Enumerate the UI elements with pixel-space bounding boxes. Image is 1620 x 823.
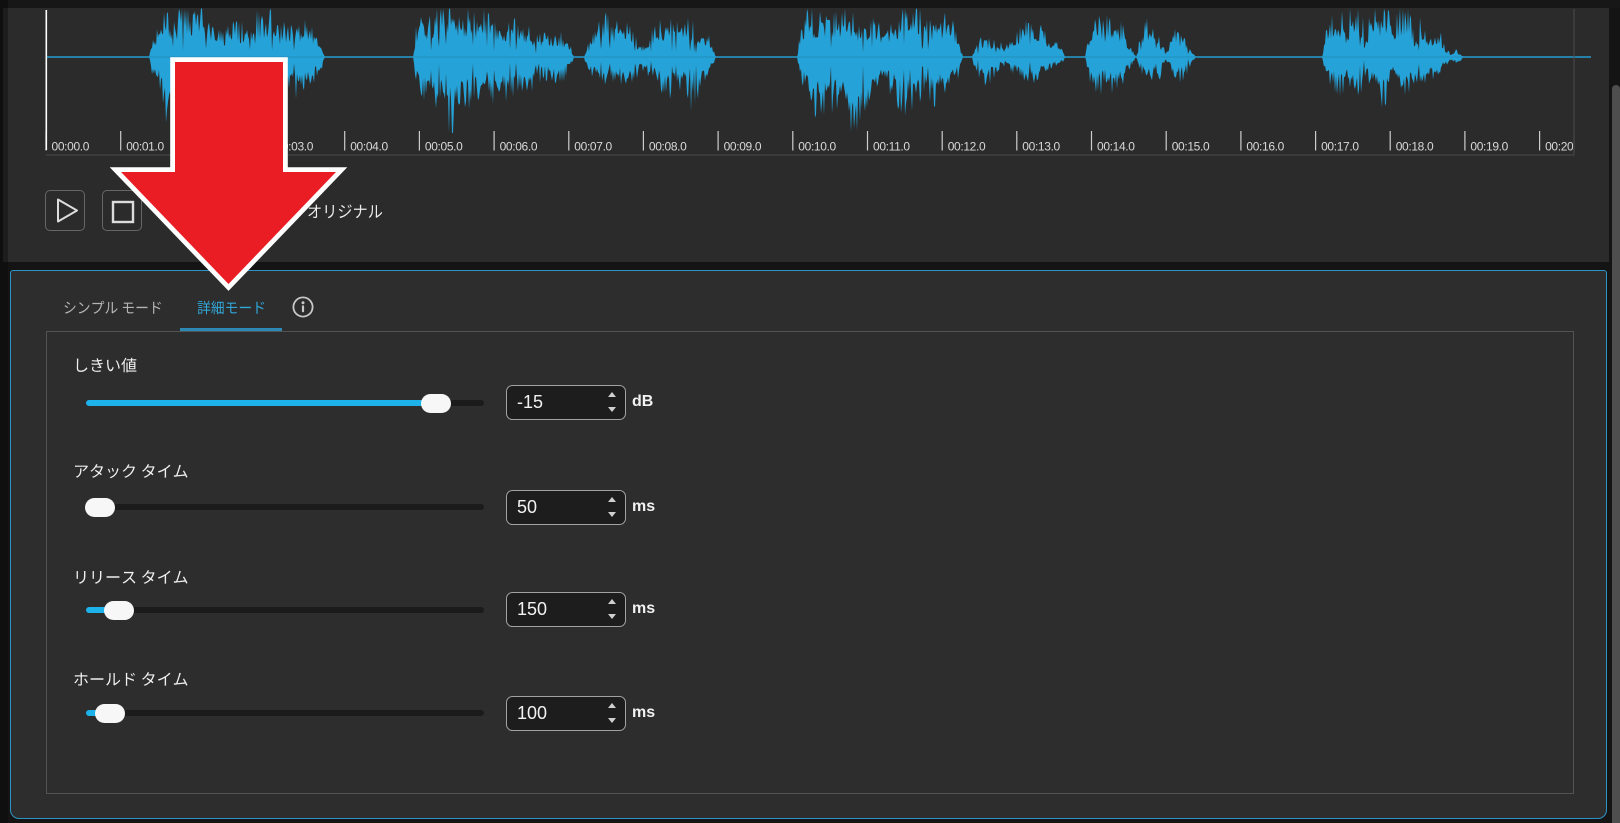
- svg-text:00:05.0: 00:05.0: [425, 140, 463, 154]
- svg-text:00:11.0: 00:11.0: [873, 140, 910, 154]
- svg-text:00:17.0: 00:17.0: [1321, 140, 1359, 154]
- svg-text:00:18.0: 00:18.0: [1396, 140, 1434, 154]
- svg-text:00:12.0: 00:12.0: [948, 140, 986, 154]
- svg-text:00:14.0: 00:14.0: [1097, 140, 1135, 154]
- svg-text:00:20.: 00:20.: [1545, 140, 1576, 154]
- svg-text:00:08.0: 00:08.0: [649, 140, 687, 154]
- svg-text:00:19.0: 00:19.0: [1470, 140, 1508, 154]
- svg-text:00:07.0: 00:07.0: [574, 140, 612, 154]
- svg-text:00:13.0: 00:13.0: [1022, 140, 1060, 154]
- svg-text:00:09.0: 00:09.0: [724, 140, 762, 154]
- svg-text:00:15.0: 00:15.0: [1172, 140, 1210, 154]
- svg-text:00:10.0: 00:10.0: [798, 140, 836, 154]
- svg-text:00:16.0: 00:16.0: [1246, 140, 1284, 154]
- svg-text:00:00.0: 00:00.0: [52, 140, 90, 154]
- svg-text:00:06.0: 00:06.0: [500, 140, 538, 154]
